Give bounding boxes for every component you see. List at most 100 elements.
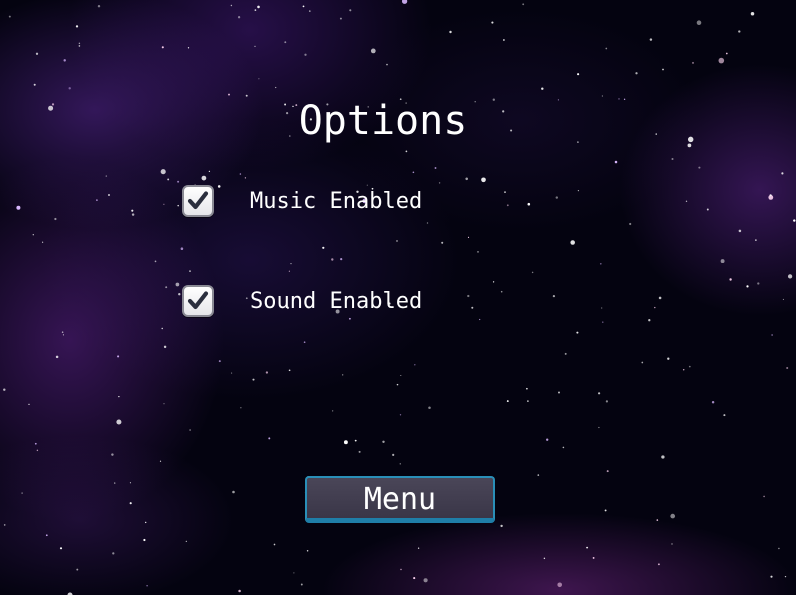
star [629,222,632,226]
star [755,239,757,241]
star [303,341,306,344]
star [564,352,567,355]
star [111,453,114,456]
star [696,20,702,26]
star [146,584,148,587]
star [691,61,695,64]
star [526,387,528,390]
star [161,46,164,49]
star [531,271,534,274]
music-enabled-checkbox[interactable] [182,185,214,217]
star [218,360,221,363]
star [479,318,481,321]
star [189,270,191,272]
star [342,374,344,376]
star [232,490,235,494]
star [557,582,563,588]
star [268,437,271,440]
star [604,509,607,512]
star [304,53,307,56]
options-screen: Options Music Enabled Sound Enabled Menu [0,0,796,595]
star [131,209,134,212]
star [412,171,415,174]
star [711,400,715,404]
star [28,403,30,405]
star [527,400,529,402]
star [118,395,120,398]
star [543,557,546,560]
star [682,369,685,371]
star [770,575,773,578]
music-enabled-label: Music Enabled [250,188,423,214]
star [597,392,601,395]
star [145,521,147,524]
star [506,204,509,207]
checkmark-icon [187,191,209,210]
star [599,262,602,265]
star [288,270,290,272]
star [163,403,165,405]
star [449,30,452,34]
star [769,194,772,197]
star [36,449,39,452]
star [738,30,741,33]
star [75,25,79,28]
star [786,366,789,370]
star [500,290,503,293]
star [322,246,325,249]
star [245,94,248,97]
star [750,11,755,16]
star [688,365,691,368]
sound-enabled-checkbox[interactable] [182,285,214,317]
star [3,388,6,391]
star [177,204,179,207]
star [662,68,664,71]
star [552,294,556,298]
star [358,450,361,453]
star [284,41,287,44]
star [399,463,401,465]
star [185,540,187,543]
star [177,180,180,183]
star [598,426,600,429]
star [601,95,604,97]
star [504,191,506,194]
star [400,374,402,377]
star [354,439,357,442]
star [63,59,66,62]
star [42,241,44,243]
star [592,556,595,559]
star [339,17,342,20]
star [180,247,184,250]
star [720,259,725,264]
star [562,446,565,449]
star [784,575,787,578]
star [481,177,486,183]
star [167,178,170,181]
star [687,143,692,148]
star [405,150,408,153]
star [8,15,11,18]
star [161,327,163,330]
star [399,414,402,416]
menu-button[interactable]: Menu [305,476,495,523]
star [541,87,544,90]
star [61,331,64,333]
star [76,568,79,571]
star [414,364,416,366]
star [54,217,57,221]
star [671,157,674,161]
star [771,334,773,336]
star [428,406,431,409]
star [265,371,269,374]
star [500,524,503,528]
star [657,563,660,566]
star [228,93,230,96]
star [577,190,580,192]
star [300,583,303,586]
star [778,547,780,550]
star [648,319,651,322]
star [163,345,167,349]
star [698,166,701,169]
star [189,429,191,431]
